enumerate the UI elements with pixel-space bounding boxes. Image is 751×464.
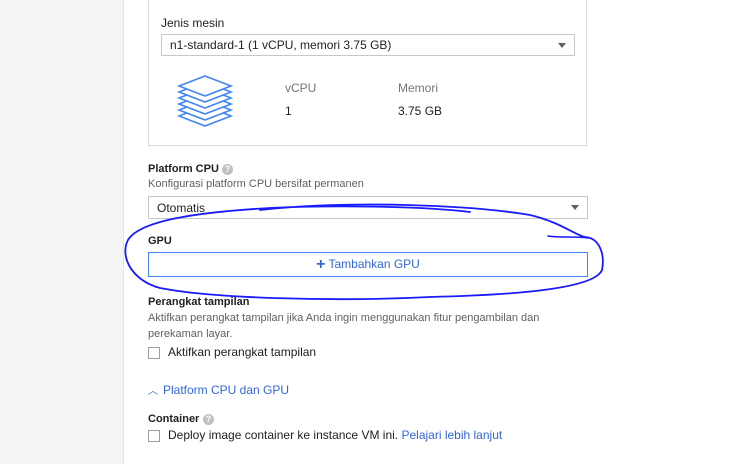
cpu-platform-select[interactable]: Otomatis [148, 196, 588, 219]
vcpu-header: vCPU [285, 81, 317, 95]
container-title: Container [148, 413, 200, 425]
vcpu-value: 1 [285, 104, 292, 118]
caret-down-icon [571, 205, 579, 210]
memory-header: Memori [398, 81, 439, 95]
display-device-hint-line1: Aktifkan perangkat tampilan jika Anda in… [148, 312, 540, 324]
caret-down-icon [558, 43, 566, 48]
display-device-checkbox[interactable] [148, 347, 160, 359]
help-icon[interactable]: ? [222, 164, 233, 175]
add-gpu-button[interactable]: + Tambahkan GPU [148, 252, 588, 277]
chevron-up-icon: ︿ [148, 386, 158, 397]
cpu-platform-title: Platform CPU [148, 163, 219, 175]
left-gutter [0, 0, 124, 464]
gpu-title: GPU [148, 235, 172, 247]
learn-more-link[interactable]: Pelajari lebih lanjut [401, 428, 502, 442]
container-checkbox[interactable] [148, 430, 160, 442]
container-checkbox-text[interactable]: Deploy image container ke instance VM in… [168, 428, 398, 442]
cpu-platform-hint: Konfigurasi platform CPU bersifat perman… [148, 178, 364, 190]
stacked-layers-icon [176, 75, 234, 127]
cpu-gpu-toggle-label: Platform CPU dan GPU [163, 383, 290, 397]
memory-value: 3.75 GB [398, 104, 443, 118]
add-gpu-label: Tambahkan GPU [328, 257, 420, 271]
display-device-title: Perangkat tampilan [148, 296, 250, 308]
cpu-gpu-toggle-link[interactable]: ︿ Platform CPU dan GPU [148, 382, 289, 397]
machine-type-select[interactable]: n1-standard-1 (1 vCPU, memori 3.75 GB) [161, 34, 575, 56]
display-device-hint-line2: perekaman layar. [148, 328, 233, 340]
machine-type-card: Jenis mesin n1-standard-1 (1 vCPU, memor… [148, 0, 587, 146]
plus-icon: + [316, 256, 326, 273]
help-icon[interactable]: ? [203, 414, 214, 425]
machine-type-value: n1-standard-1 (1 vCPU, memori 3.75 GB) [170, 38, 392, 52]
display-device-checkbox-label[interactable]: Aktifkan perangkat tampilan [168, 345, 316, 359]
machine-type-label: Jenis mesin [161, 16, 225, 30]
container-checkbox-label: Deploy image container ke instance VM in… [168, 428, 502, 442]
cpu-platform-value: Otomatis [157, 201, 206, 215]
